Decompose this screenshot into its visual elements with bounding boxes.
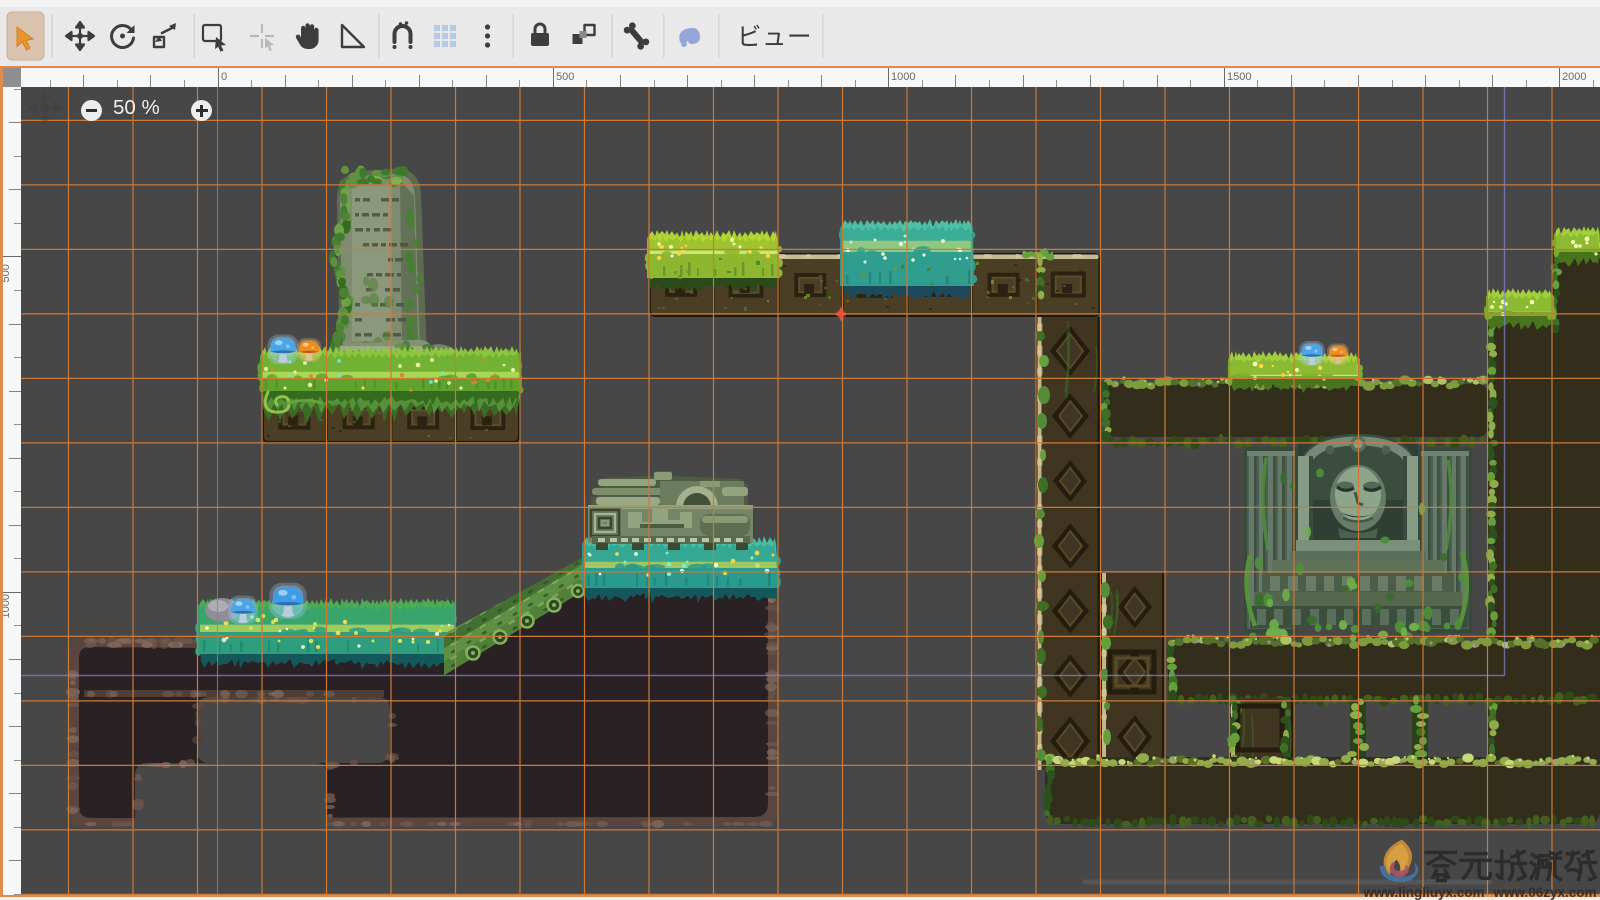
svg-text:www.lingliuyx.com: www.lingliuyx.com bbox=[1362, 885, 1484, 900]
svg-text:www.06zyx.com: www.06zyx.com bbox=[1492, 885, 1596, 900]
